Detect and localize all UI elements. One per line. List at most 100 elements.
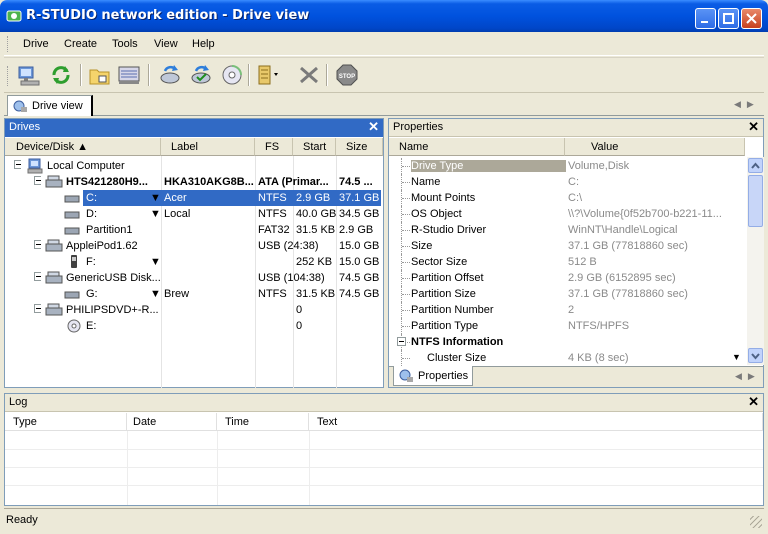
drive-view-icon — [13, 100, 27, 112]
title-bar: R-STUDIO network edition - Drive view — [0, 0, 768, 32]
close-icon[interactable]: ✕ — [368, 119, 379, 135]
column-type[interactable]: Type — [5, 413, 127, 431]
property-row[interactable]: Name C: — [389, 174, 745, 190]
tree-connector — [401, 158, 410, 174]
tab-drive-view[interactable]: Drive view — [7, 95, 93, 116]
menu-tools[interactable]: Tools — [112, 38, 138, 52]
scroll-thumb[interactable] — [748, 175, 763, 227]
tree-row-partition1[interactable]: Partition1 FAT32 31.5 KB 2.9 GB — [5, 222, 383, 238]
menu-help[interactable]: Help — [192, 38, 215, 52]
dropdown-arrow-icon[interactable]: ▼ — [148, 190, 160, 206]
refresh-button[interactable] — [48, 63, 74, 87]
connect-remote-button[interactable] — [16, 63, 42, 87]
column-name[interactable]: Name — [389, 138, 565, 156]
properties-scrollbar[interactable] — [747, 157, 764, 365]
folder-icon — [89, 69, 110, 85]
property-row[interactable]: Partition Size 37.1 GB (77818860 sec) — [389, 286, 745, 302]
close-button[interactable] — [741, 8, 762, 29]
device-fs: NTFS — [258, 288, 287, 300]
computer-network-icon — [18, 66, 40, 86]
tree-connector — [401, 302, 410, 318]
window-title: R-STUDIO network edition - Drive view — [26, 8, 310, 23]
device-size: 37.1 GB — [336, 190, 381, 206]
tree-row-partition-e[interactable]: E: 0 — [5, 318, 383, 334]
collapse-icon[interactable] — [31, 302, 41, 318]
device-fs: NTFS — [258, 208, 287, 220]
property-row[interactable]: Sector Size 512 B — [389, 254, 745, 270]
column-date[interactable]: Date — [127, 413, 217, 431]
tab-properties[interactable]: Properties — [393, 366, 473, 386]
app-icon — [6, 10, 22, 22]
open-images-button[interactable] — [87, 63, 113, 87]
tree-row-hdd[interactable]: HTS421280H9... HKA310AKG8B... ATA (Prima… — [5, 174, 383, 190]
disk-recover-icon — [160, 65, 180, 84]
property-row[interactable]: Drive Type Volume,Disk — [389, 158, 745, 174]
minimize-button[interactable] — [695, 8, 716, 29]
tree-row-ipod[interactable]: AppleiPod1.62 USB (24:38) 15.0 GB — [5, 238, 383, 254]
dropdown-arrow-icon[interactable]: ▼ — [148, 286, 160, 302]
column-fs[interactable]: FS — [255, 138, 293, 156]
column-size[interactable]: Size — [336, 138, 383, 156]
toolbar-separator — [326, 64, 328, 86]
svg-text:STOP: STOP — [339, 74, 355, 80]
property-row[interactable]: Cluster Size 4 KB (8 sec) ▼ — [389, 350, 745, 366]
scroll-down-button[interactable] — [748, 348, 763, 363]
raid-button[interactable] — [254, 63, 280, 87]
menu-drive[interactable]: Drive — [23, 38, 49, 52]
chevron-down-icon — [751, 353, 760, 360]
create-image-button[interactable] — [219, 63, 245, 87]
property-row[interactable]: Partition Number 2 — [389, 302, 745, 318]
recover-marked-button[interactable] — [188, 63, 214, 87]
close-icon[interactable]: ✕ — [748, 119, 759, 135]
column-value[interactable]: Value — [565, 138, 745, 156]
property-row[interactable]: Partition Offset 2.9 GB (6152895 sec) — [389, 270, 745, 286]
properties-icon — [399, 369, 413, 382]
stop-button[interactable]: STOP — [334, 63, 360, 87]
dropdown-arrow-icon[interactable]: ▼ — [148, 254, 160, 270]
collapse-icon[interactable] — [31, 270, 41, 286]
tree-row-partition-c[interactable]: C: ▼ Acer NTFS 2.9 GB 37.1 GB — [5, 190, 383, 206]
column-time[interactable]: Time — [217, 413, 309, 431]
tree-connector — [401, 222, 410, 238]
property-name: Partition Offset — [411, 272, 484, 284]
property-name: Sector Size — [411, 256, 468, 268]
menu-create[interactable]: Create — [64, 38, 97, 52]
property-row[interactable]: OS Object \\?\Volume{0f52b700-b221-11... — [389, 206, 745, 222]
property-row[interactable]: Partition Type NTFS/HPFS — [389, 318, 745, 334]
column-start[interactable]: Start — [293, 138, 336, 156]
menu-view[interactable]: View — [154, 38, 178, 52]
column-device-disk[interactable]: Device/Disk ▲ — [5, 138, 161, 156]
resize-grip-icon[interactable] — [750, 516, 762, 528]
tab-scroll-arrows[interactable]: ◀▶ — [735, 371, 761, 382]
property-row[interactable]: Size 37.1 GB (77818860 sec) — [389, 238, 745, 254]
device-name: D: — [86, 208, 97, 220]
property-row[interactable]: Mount Points C:\ — [389, 190, 745, 206]
column-label[interactable]: Label — [161, 138, 255, 156]
collapse-icon[interactable] — [11, 158, 21, 174]
remove-button[interactable] — [296, 63, 322, 87]
tree-row-partition-f[interactable]: F: ▼ 252 KB 15.0 GB — [5, 254, 383, 270]
dropdown-arrow-icon[interactable]: ▼ — [148, 206, 160, 222]
close-icon[interactable]: ✕ — [748, 394, 759, 410]
property-name: Drive Type — [411, 160, 566, 172]
tab-scroll-arrows[interactable]: ◀▶ — [734, 99, 760, 110]
property-row[interactable]: NTFS Information — [389, 334, 745, 350]
tree-row-partition-d[interactable]: D: ▼ Local NTFS 40.0 GB 34.5 GB — [5, 206, 383, 222]
collapse-icon[interactable] — [31, 174, 41, 190]
scroll-up-button[interactable] — [748, 158, 763, 173]
maximize-button[interactable] — [718, 8, 739, 29]
column-text[interactable]: Text — [309, 413, 763, 431]
tree-row-partition-g[interactable]: G: ▼ Brew NTFS 31.5 KB 74.5 GB — [5, 286, 383, 302]
tree-row-dvd[interactable]: PHILIPSDVD+-R... 0 — [5, 302, 383, 318]
dropdown-arrow-icon[interactable]: ▼ — [732, 352, 741, 362]
scan-button[interactable] — [116, 63, 142, 87]
chevron-up-icon — [751, 162, 760, 169]
collapse-icon[interactable] — [397, 337, 406, 349]
tree-row-local-computer[interactable]: Local Computer — [5, 158, 383, 174]
property-row[interactable]: R-Studio Driver WinNT\Handle\Logical — [389, 222, 745, 238]
status-text: Ready — [6, 514, 38, 526]
recover-button[interactable] — [157, 63, 183, 87]
log-panel-title: Log — [9, 396, 28, 408]
tree-row-generic-usb[interactable]: GenericUSB Disk... USB (104:38) 74.5 GB — [5, 270, 383, 286]
collapse-icon[interactable] — [31, 238, 41, 254]
